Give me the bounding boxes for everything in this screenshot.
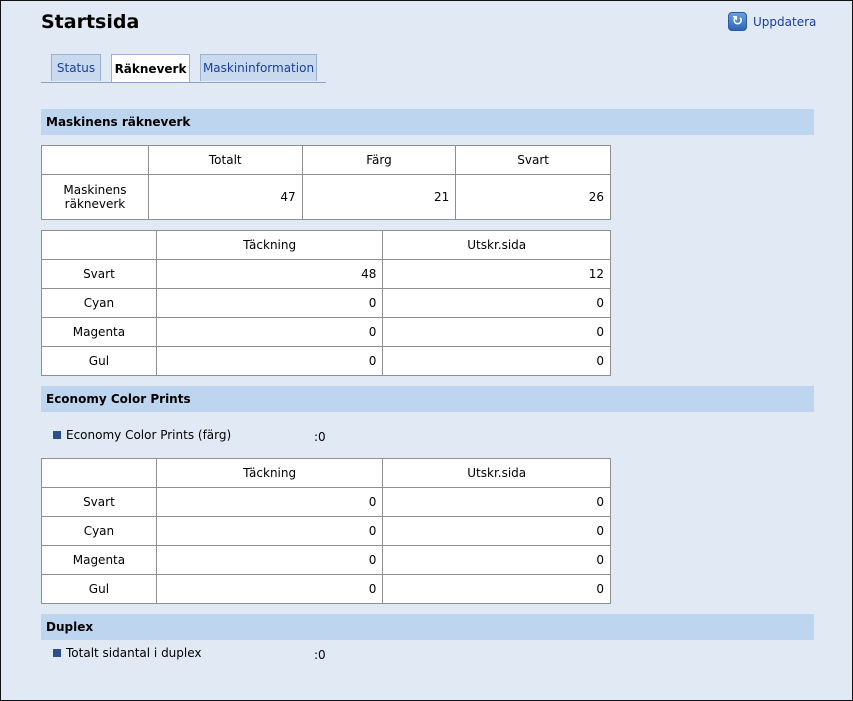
refresh-button[interactable]: ↻ Uppdatera [728,12,816,31]
color-label: Cyan [41,288,157,318]
coverage-value: 0 [155,545,384,575]
table-row: Maskinens räkneverk 47 21 26 [41,174,611,220]
black-value: 26 [455,174,611,220]
table-header-cell: Svart [455,145,611,175]
table-header-cell [41,230,157,260]
bullet-icon [53,431,61,439]
bullet-icon [53,649,61,657]
color-label: Cyan [41,516,157,546]
table-header-cell: Totalt [147,145,303,175]
table-row: Svart 48 12 [41,259,611,289]
table-header-row: Totalt Färg Svart [41,145,611,175]
duplex-item: Totalt sidantal i duplex [53,646,202,660]
table-row: Cyan 0 0 [41,288,611,318]
table-header-row: Täckning Utskr.sida [41,230,611,260]
pages-value: 0 [382,516,611,546]
pages-value: 0 [382,317,611,347]
coverage-value: 0 [155,288,384,318]
tab-machine-info[interactable]: Maskininformation [200,54,317,81]
coverage-value: 0 [155,574,384,604]
table-row: Magenta 0 0 [41,545,611,575]
color-label: Magenta [41,545,157,575]
economy-item: Economy Color Prints (färg) [53,428,231,442]
tab-bar: Status Räkneverk Maskininformation [41,54,326,83]
total-value: 47 [147,174,303,220]
coverage-value: 48 [155,259,384,289]
pages-value: 0 [382,288,611,318]
row-label: Maskinens räkneverk [41,174,149,220]
coverage-value: 0 [155,317,384,347]
color-label: Magenta [41,317,157,347]
coverage-table: Täckning Utskr.sida Svart 48 12 Cyan 0 0… [41,230,611,376]
table-row: Cyan 0 0 [41,516,611,546]
duplex-item-value: :0 [314,648,326,662]
table-header-cell: Täckning [155,458,384,488]
color-value: 21 [301,174,457,220]
economy-item-value: :0 [314,430,326,444]
refresh-icon: ↻ [728,12,747,31]
table-row: Magenta 0 0 [41,317,611,347]
pages-value: 12 [382,259,611,289]
table-header-cell [41,145,149,175]
table-row: Gul 0 0 [41,574,611,604]
refresh-label: Uppdatera [753,14,817,29]
coverage-value: 0 [155,516,384,546]
page-title: Startsida [41,11,140,33]
table-header-cell [41,458,157,488]
tab-status[interactable]: Status [51,54,101,81]
table-row: Svart 0 0 [41,487,611,517]
pages-value: 0 [382,487,611,517]
color-label: Gul [41,574,157,604]
section-header-economy: Economy Color Prints [41,386,814,412]
table-header-cell: Utskr.sida [382,458,611,488]
section-header-duplex: Duplex [41,614,814,640]
table-header-cell: Färg [301,145,457,175]
economy-item-label: Economy Color Prints (färg) [66,428,232,442]
economy-coverage-table: Täckning Utskr.sida Svart 0 0 Cyan 0 0 M… [41,458,611,604]
color-label: Svart [41,259,157,289]
pages-value: 0 [382,346,611,376]
color-label: Gul [41,346,157,376]
section-header-machine-counter: Maskinens räkneverk [41,109,814,135]
pages-value: 0 [382,574,611,604]
color-label: Svart [41,487,157,517]
pages-value: 0 [382,545,611,575]
table-header-cell: Utskr.sida [382,230,611,260]
table-header-cell: Täckning [155,230,384,260]
machine-counter-table: Totalt Färg Svart Maskinens räkneverk 47… [41,145,611,220]
duplex-item-label: Totalt sidantal i duplex [66,646,202,660]
tab-counters[interactable]: Räkneverk [111,54,190,82]
table-row: Gul 0 0 [41,346,611,376]
coverage-value: 0 [155,487,384,517]
table-header-row: Täckning Utskr.sida [41,458,611,488]
coverage-value: 0 [155,346,384,376]
